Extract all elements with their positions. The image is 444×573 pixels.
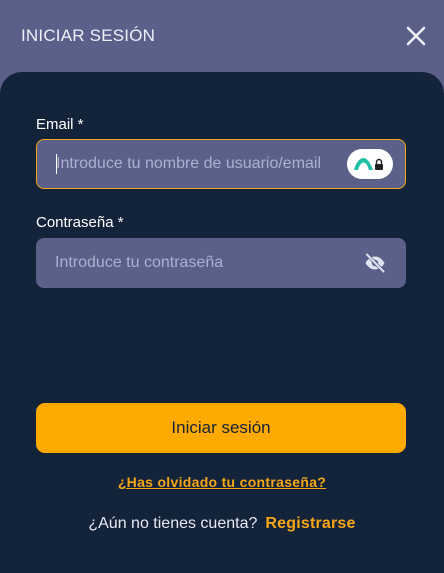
- password-field-container: [36, 238, 406, 288]
- password-field[interactable]: [36, 238, 406, 288]
- forgot-password-link[interactable]: ¿Has olvidado tu contraseña?: [0, 474, 444, 490]
- password-manager-button[interactable]: [347, 149, 393, 179]
- modal-header: INICIAR SESIÓN: [0, 0, 444, 72]
- login-submit-button[interactable]: Iniciar sesión: [36, 403, 406, 453]
- modal-title: INICIAR SESIÓN: [21, 26, 156, 45]
- eye-slash-icon: [365, 252, 386, 274]
- register-prompt: ¿Aún no tienes cuenta? Registrarse: [0, 515, 444, 533]
- close-button[interactable]: [404, 24, 428, 48]
- email-field-container: [36, 139, 406, 189]
- toggle-password-visibility-button[interactable]: [363, 251, 387, 275]
- register-link[interactable]: Registrarse: [265, 515, 355, 532]
- email-label: Email *: [36, 116, 84, 133]
- text-caret: [56, 154, 57, 174]
- password-label: Contraseña *: [36, 214, 124, 231]
- password-manager-icon: [354, 158, 383, 170]
- register-question: ¿Aún no tienes cuenta?: [88, 515, 258, 532]
- close-icon: [406, 26, 426, 46]
